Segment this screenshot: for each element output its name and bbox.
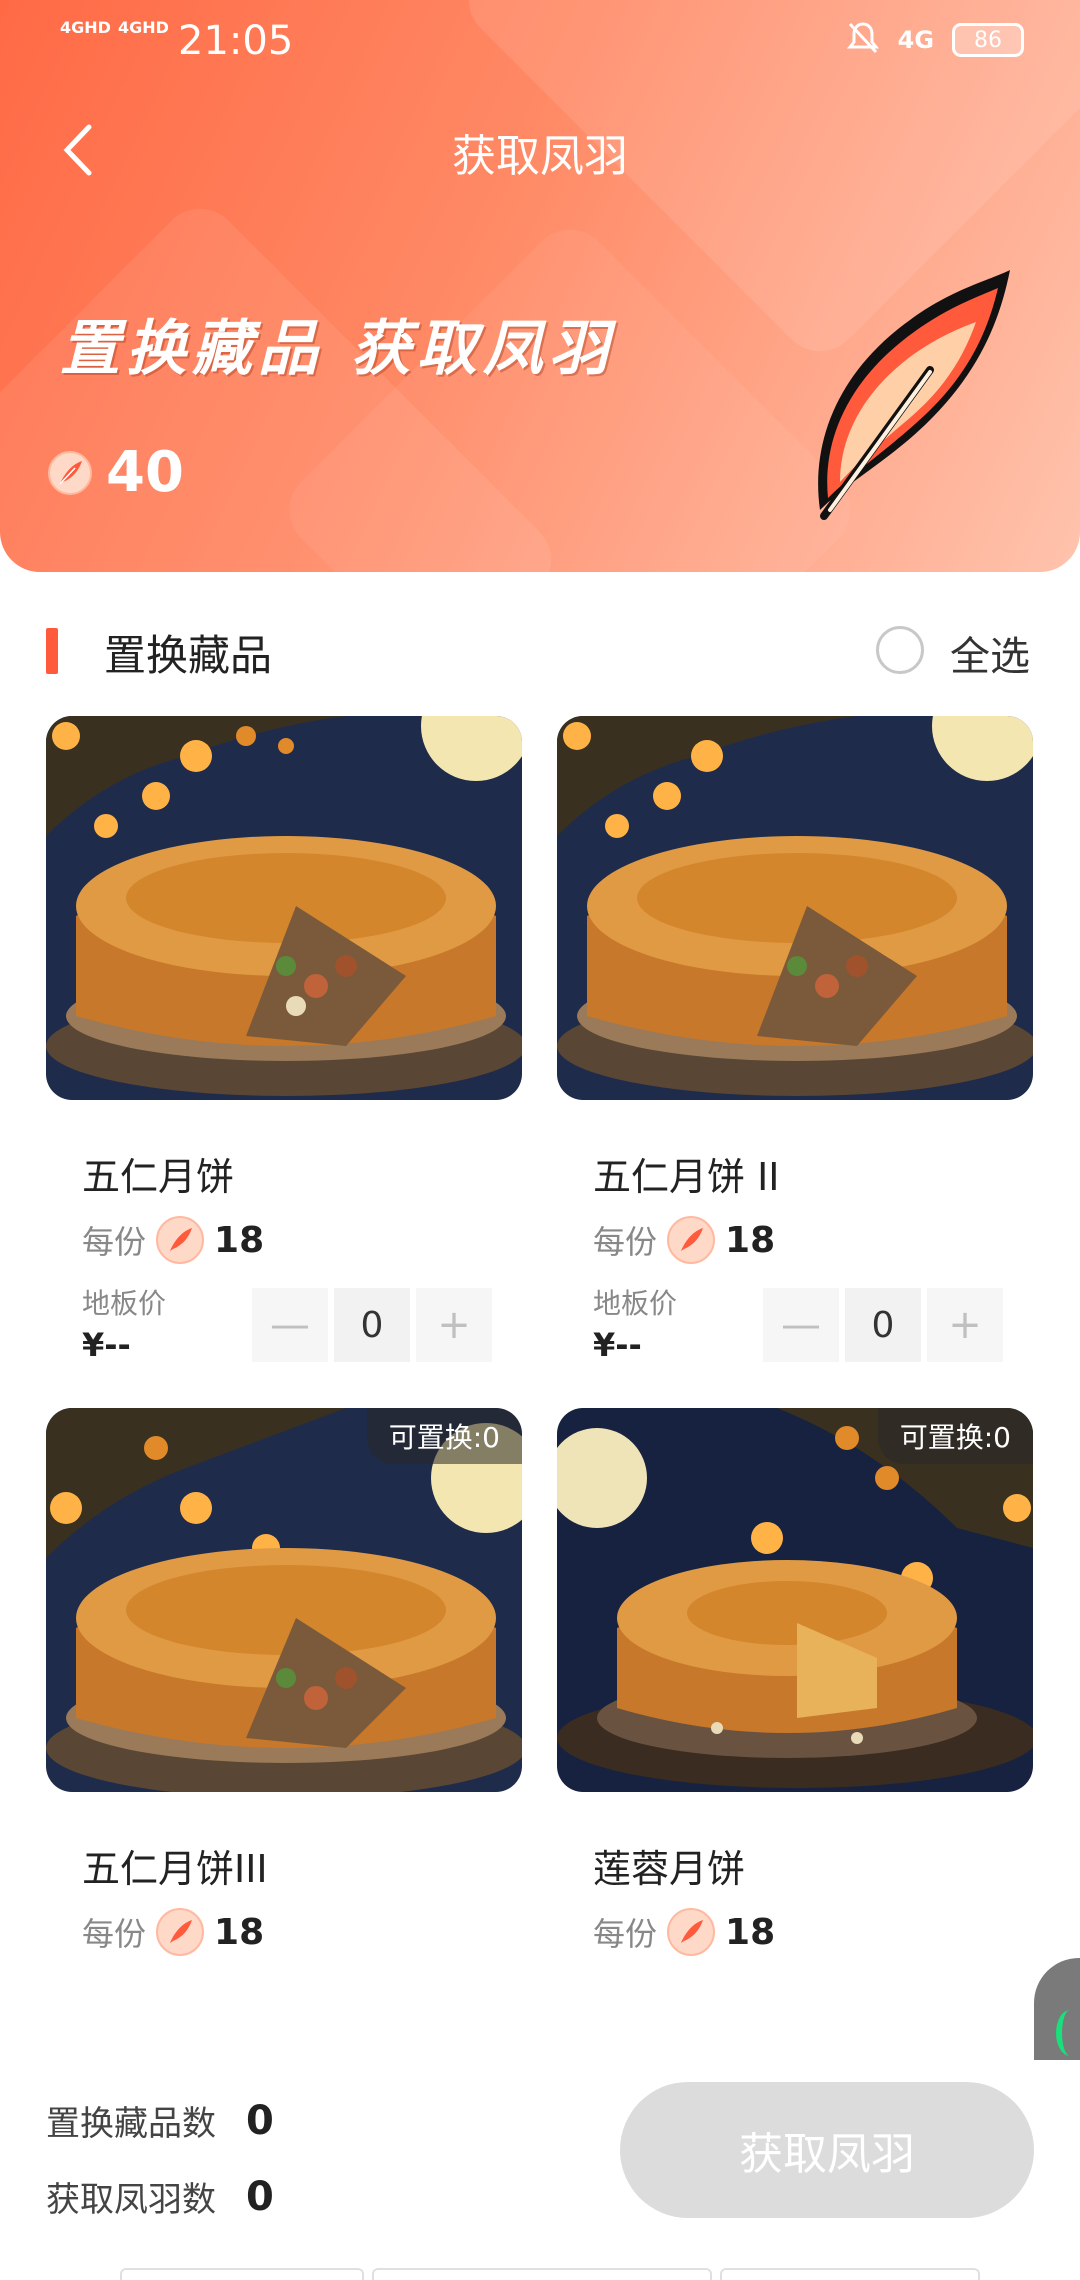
exchange-count-value: 0 <box>246 2097 274 2144</box>
network-indicator: 4G <box>897 26 934 54</box>
per-label: 每份 <box>82 1223 147 1261</box>
section-header: 置换藏品 全选 <box>0 620 1080 680</box>
feather-icon <box>780 260 1020 530</box>
per-value: 18 <box>725 1219 776 1261</box>
exchange-count-row: 置换藏品数 0 <box>46 2096 274 2145</box>
floor-label: 地板价 <box>82 1287 167 1320</box>
floor-price: 地板价 ¥-- <box>82 1282 166 1364</box>
plus-icon[interactable]: + <box>416 1288 492 1362</box>
section-title: 置换藏品 <box>104 631 273 680</box>
mooncake-image: 可置换:0 <box>46 1408 522 1792</box>
select-all-radio[interactable] <box>876 626 924 674</box>
floor-label: 地板价 <box>593 1287 678 1320</box>
quantity-input[interactable]: 0 <box>334 1288 410 1362</box>
per-label: 每份 <box>593 1915 658 1953</box>
feather-icon <box>667 1216 716 1264</box>
feather-count-label: 获取凤羽数 <box>46 2180 216 2220</box>
hero-banner: 4GHD 4GHD 21:05 4G 86 获取凤羽 置换藏品 获取凤羽 40 <box>0 0 1080 572</box>
quantity-input[interactable]: 0 <box>845 1288 921 1362</box>
page-title: 获取凤羽 <box>452 131 628 182</box>
mooncake-image: 可置换:0 <box>557 1408 1033 1792</box>
exchange-count-label: 置换藏品数 <box>46 2104 216 2144</box>
mooncake-image <box>46 716 522 1100</box>
floor-value: ¥-- <box>82 1326 131 1364</box>
feather-icon <box>156 1216 205 1264</box>
feather-icon <box>667 1908 716 1956</box>
per-value: 18 <box>214 1219 265 1261</box>
collectible-card[interactable]: 五仁月饼 每份 18 地板价 ¥-- — 0 + <box>46 716 522 1364</box>
feather-count-value: 0 <box>246 2173 274 2220</box>
collectible-card[interactable]: 五仁月饼 II 每份 18 地板价 ¥-- — 0 + <box>557 716 1033 1364</box>
feather-count-row: 获取凤羽数 0 <box>46 2172 274 2221</box>
minus-icon[interactable]: — <box>763 1288 839 1362</box>
points-balance: 40 <box>48 440 184 505</box>
collectible-card[interactable]: 可置换:0 五仁月饼III 每份 18 <box>46 1408 522 1956</box>
signal-2-indicator: 4GHD <box>118 18 169 37</box>
card-price-per: 每份 18 <box>593 1216 775 1264</box>
exchangeable-badge: 可置换:0 <box>877 1408 1033 1464</box>
card-name: 莲蓉月饼 <box>593 1847 746 1891</box>
card-price-per: 每份 18 <box>82 1908 264 1956</box>
card-price-per: 每份 18 <box>593 1908 775 1956</box>
floor-price: 地板价 ¥-- <box>593 1282 677 1364</box>
select-all-label[interactable]: 全选 <box>950 624 1030 682</box>
card-price-per: 每份 18 <box>82 1216 264 1264</box>
signal-1-indicator: 4GHD <box>60 18 111 37</box>
system-tab-hint <box>120 2268 980 2280</box>
card-name: 五仁月饼 <box>82 1155 235 1199</box>
quantity-stepper: — 0 + <box>763 1288 1003 1362</box>
points-value: 40 <box>106 440 184 505</box>
status-bar: 4GHD 4GHD 21:05 4G 86 <box>0 0 1080 86</box>
card-name: 五仁月饼 II <box>593 1155 780 1199</box>
clock: 21:05 <box>178 18 294 64</box>
plus-icon[interactable]: + <box>927 1288 1003 1362</box>
bottom-bar: 置换藏品数 0 获取凤羽数 0 获取凤羽 <box>0 2060 1080 2280</box>
feather-icon <box>156 1908 205 1956</box>
per-label: 每份 <box>593 1223 658 1261</box>
exchangeable-badge: 可置换:0 <box>366 1408 522 1464</box>
mooncake-image <box>557 716 1033 1100</box>
card-name: 五仁月饼III <box>82 1847 268 1891</box>
get-feather-button[interactable]: 获取凤羽 <box>620 2082 1034 2218</box>
quantity-stepper: — 0 + <box>252 1288 492 1362</box>
hero-slogan: 置换藏品 获取凤羽 <box>60 314 615 384</box>
section-accent-bar <box>46 628 58 674</box>
floating-assistant-icon <box>1056 2010 1080 2056</box>
per-label: 每份 <box>82 1915 147 1953</box>
per-value: 18 <box>214 1911 265 1953</box>
per-value: 18 <box>725 1911 776 1953</box>
floor-value: ¥-- <box>593 1326 642 1364</box>
feather-icon <box>48 450 92 495</box>
minus-icon[interactable]: — <box>252 1288 328 1362</box>
battery-indicator: 86 <box>952 23 1024 57</box>
top-bar: 获取凤羽 <box>0 110 1080 190</box>
collectible-card[interactable]: 可置换:0 莲蓉月饼 每份 18 <box>557 1408 1033 1956</box>
mute-bell-icon <box>846 20 880 60</box>
page: 4GHD 4GHD 21:05 4G 86 获取凤羽 置换藏品 获取凤羽 40 <box>0 0 1080 2280</box>
